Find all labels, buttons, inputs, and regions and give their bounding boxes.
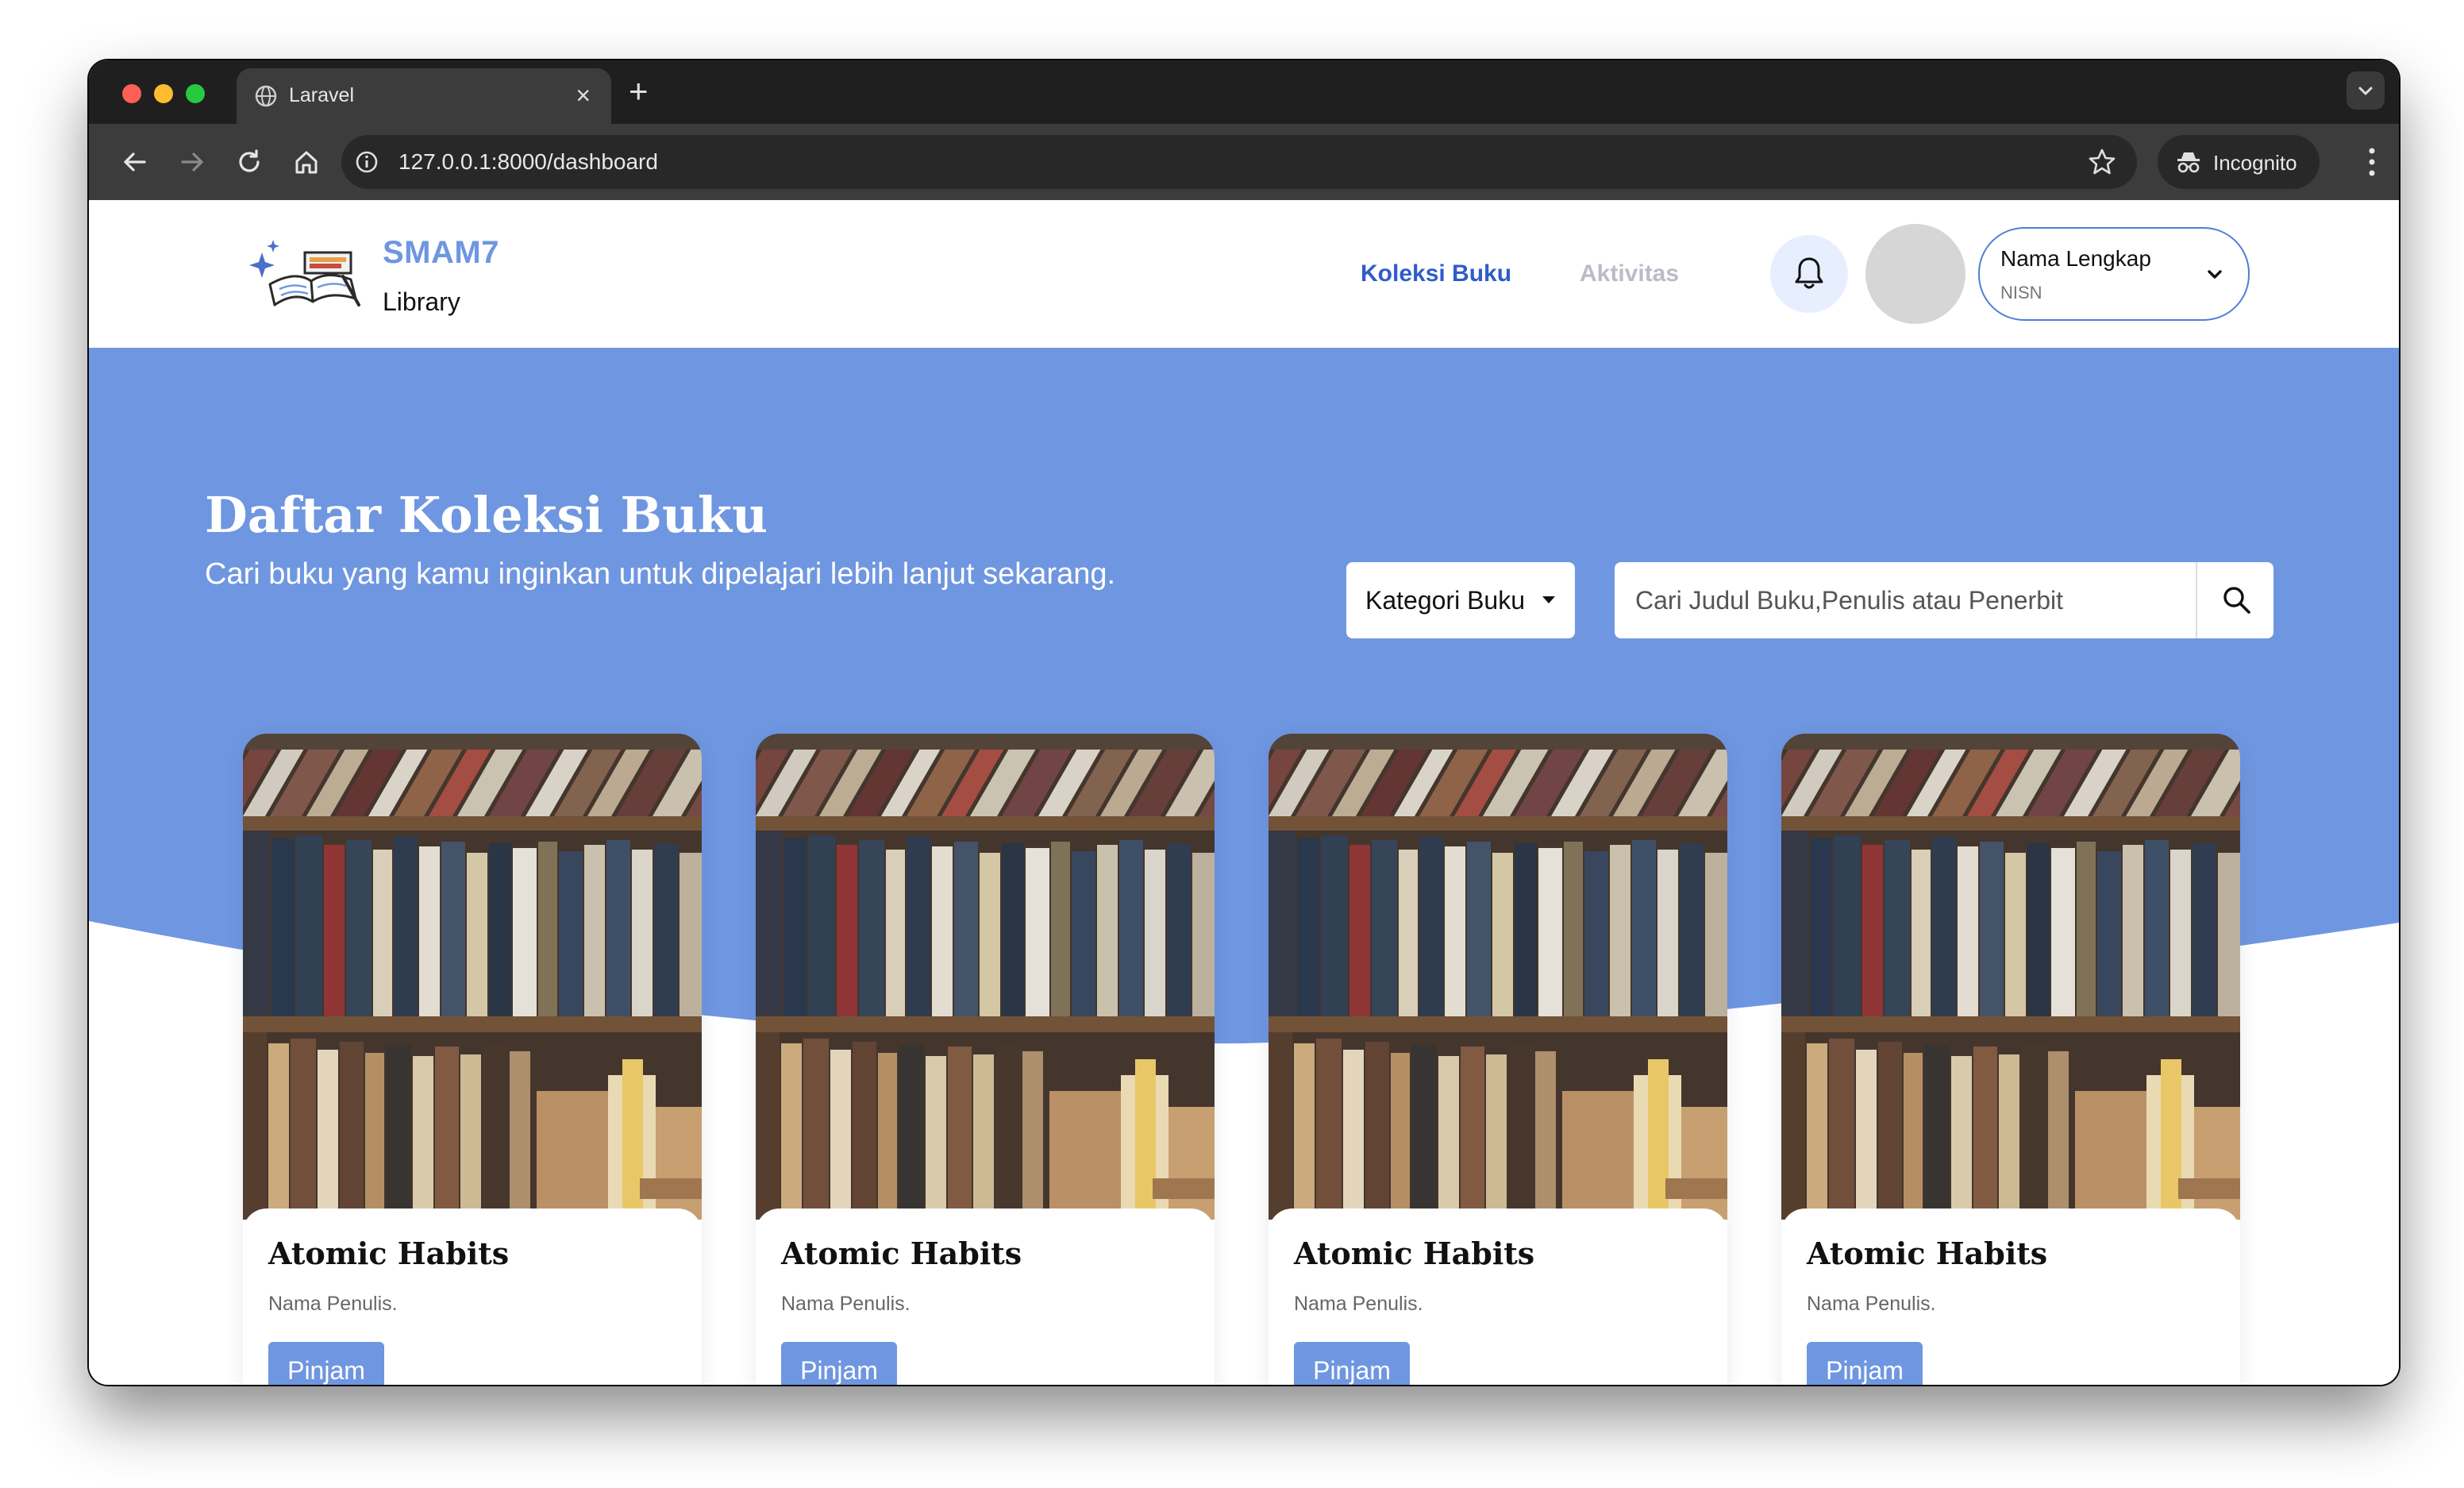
book-card[interactable]: Atomic Habits Nama Penulis. Pinjam — [756, 734, 1215, 1385]
pinjam-button[interactable]: Pinjam — [781, 1342, 897, 1385]
pinjam-button[interactable]: Pinjam — [1294, 1342, 1410, 1385]
nav-link-koleksi-buku[interactable]: Koleksi Buku — [1361, 260, 1511, 287]
book-author: Nama Penulis. — [1807, 1293, 1936, 1315]
page-content: SMAM7 Library Koleksi Buku Aktivitas Nam… — [89, 200, 2399, 1385]
book-title[interactable]: Atomic Habits — [1807, 1236, 2047, 1271]
page-title: Daftar Koleksi Buku — [205, 486, 768, 544]
browser-window: Laravel × + 127.0.0.1:8000/dashboard Inc… — [89, 60, 2399, 1385]
tab-title: Laravel — [289, 84, 354, 106]
close-window-button[interactable] — [122, 84, 141, 103]
kebab-menu-icon[interactable] — [2369, 143, 2375, 181]
book-card[interactable]: Atomic Habits Nama Penulis. Pinjam — [1269, 734, 1727, 1385]
page-subtitle: Cari buku yang kamu inginkan untuk dipel… — [205, 557, 1116, 591]
incognito-indicator[interactable]: Incognito — [2158, 135, 2320, 189]
close-tab-icon[interactable]: × — [576, 81, 591, 110]
user-name: Nama Lengkap — [2000, 246, 2151, 271]
book-author: Nama Penulis. — [1294, 1293, 1423, 1315]
book-cover-image — [756, 734, 1215, 1220]
book-card-body: Atomic Habits Nama Penulis. Pinjam — [756, 1209, 1215, 1385]
chevron-down-icon — [2358, 87, 2373, 95]
brand-subtitle: Library — [383, 287, 460, 316]
library-logo-icon[interactable] — [248, 235, 364, 318]
book-author: Nama Penulis. — [268, 1293, 398, 1315]
search-icon — [2223, 587, 2250, 614]
user-menu-dropdown[interactable]: Nama Lengkap NISN — [1978, 227, 2250, 321]
book-card-body: Atomic Habits Nama Penulis. Pinjam — [1269, 1209, 1727, 1385]
info-icon[interactable] — [354, 149, 379, 175]
caret-down-icon — [1542, 596, 1555, 603]
tab-search-button[interactable] — [2347, 71, 2385, 110]
notifications-button[interactable] — [1770, 235, 1848, 313]
book-cover-image — [1781, 734, 2240, 1220]
book-cover-image — [1269, 734, 1727, 1220]
tab-bar: Laravel × + — [89, 60, 2399, 124]
reload-icon[interactable] — [233, 146, 265, 178]
new-tab-button[interactable]: + — [629, 75, 649, 108]
chevron-down-icon — [2208, 270, 2222, 279]
avatar[interactable] — [1865, 224, 1965, 324]
minimize-window-button[interactable] — [154, 84, 173, 103]
search-bar — [1615, 562, 2273, 638]
book-card-body: Atomic Habits Nama Penulis. Pinjam — [1781, 1209, 2240, 1385]
book-cover-image — [243, 734, 702, 1220]
kategori-buku-dropdown[interactable]: Kategori Buku — [1346, 562, 1575, 638]
star-icon[interactable] — [2088, 148, 2116, 176]
pinjam-button[interactable]: Pinjam — [1807, 1342, 1923, 1385]
browser-tab[interactable]: Laravel × — [237, 68, 611, 124]
book-card-body: Atomic Habits Nama Penulis. Pinjam — [243, 1209, 702, 1385]
back-arrow-icon[interactable] — [119, 146, 151, 178]
url-text: 127.0.0.1:8000/dashboard — [398, 149, 658, 174]
pinjam-button[interactable]: Pinjam — [268, 1342, 384, 1385]
book-card[interactable]: Atomic Habits Nama Penulis. Pinjam — [1781, 734, 2240, 1385]
user-nisn: NISN — [2000, 283, 2042, 303]
browser-toolbar: 127.0.0.1:8000/dashboard Incognito — [89, 124, 2399, 200]
brand-name[interactable]: SMAM7 — [383, 235, 499, 271]
book-title[interactable]: Atomic Habits — [268, 1236, 509, 1271]
nav-link-aktivitas[interactable]: Aktivitas — [1580, 260, 1679, 287]
incognito-label: Incognito — [2213, 151, 2297, 175]
kategori-buku-label: Kategori Buku — [1365, 586, 1526, 615]
search-input[interactable] — [1615, 562, 2196, 638]
navbar: SMAM7 Library Koleksi Buku Aktivitas Nam… — [89, 200, 2399, 348]
globe-icon — [255, 85, 277, 107]
home-icon[interactable] — [291, 146, 322, 178]
book-card[interactable]: Atomic Habits Nama Penulis. Pinjam — [243, 734, 702, 1385]
bell-icon — [1795, 257, 1823, 289]
address-bar[interactable]: 127.0.0.1:8000/dashboard — [341, 135, 2137, 189]
forward-arrow-icon[interactable] — [176, 146, 208, 178]
search-button[interactable] — [2196, 562, 2273, 638]
book-author: Nama Penulis. — [781, 1293, 911, 1315]
incognito-icon — [2177, 152, 2200, 173]
book-title[interactable]: Atomic Habits — [781, 1236, 1022, 1271]
book-title[interactable]: Atomic Habits — [1294, 1236, 1534, 1271]
maximize-window-button[interactable] — [186, 84, 205, 103]
